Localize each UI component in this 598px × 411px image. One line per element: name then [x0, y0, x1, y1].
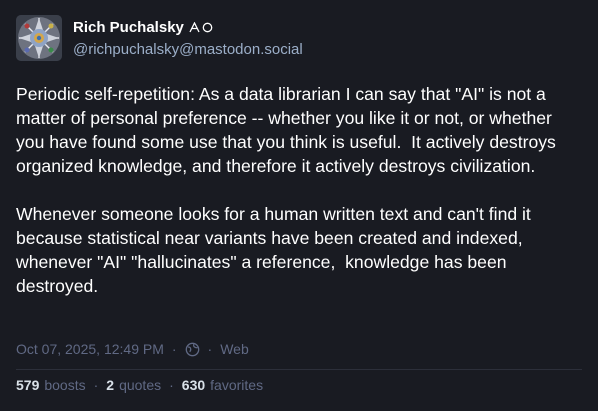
display-name-row: Rich Puchalsky: [73, 18, 303, 38]
meta-separator: ·: [171, 341, 177, 357]
stats-separator: ·: [169, 377, 174, 393]
boosts-count: 579: [16, 377, 40, 393]
divider: [16, 369, 582, 370]
stats-separator: ·: [93, 377, 99, 393]
custom-emoji: [189, 22, 213, 33]
status-card: Rich Puchalsky @richpuchalsky@mastodon.s…: [0, 0, 598, 411]
favorites-stat[interactable]: 630 favorites: [182, 377, 263, 393]
avatar[interactable]: [16, 14, 62, 61]
globe-icon: [185, 342, 200, 357]
display-name[interactable]: Rich Puchalsky: [73, 19, 184, 36]
status-header: Rich Puchalsky @richpuchalsky@mastodon.s…: [16, 14, 582, 61]
boosts-label: boosts: [44, 377, 86, 393]
anarchy-icon: [189, 22, 200, 33]
status-stats: 579 boosts · 2 quotes · 630 favorites: [16, 377, 263, 393]
meta-separator: ·: [207, 341, 213, 357]
account-handle[interactable]: @richpuchalsky@mastodon.social: [73, 41, 303, 58]
favorites-label: favorites: [210, 377, 264, 393]
timestamp-link[interactable]: Oct 07, 2025, 12:49 PM: [16, 341, 164, 357]
status-meta: Oct 07, 2025, 12:49 PM · · Web: [16, 341, 249, 357]
quotes-count: 2: [106, 377, 115, 393]
status-content: Periodic self-repetition: As a data libr…: [16, 82, 582, 298]
application-name: Web: [220, 341, 249, 357]
circle-icon: [202, 22, 213, 33]
quotes-label: quotes: [119, 377, 162, 393]
status-paragraph-2: Whenever someone looks for a human writt…: [16, 204, 536, 296]
status-paragraph-1: Periodic self-repetition: As a data libr…: [16, 84, 561, 176]
boosts-stat[interactable]: 579 boosts: [16, 377, 86, 393]
quotes-stat[interactable]: 2 quotes: [106, 377, 161, 393]
avatar-image: [16, 14, 62, 61]
favorites-count: 630: [181, 377, 206, 393]
author-names: Rich Puchalsky @richpuchalsky@mastodon.s…: [73, 18, 303, 58]
